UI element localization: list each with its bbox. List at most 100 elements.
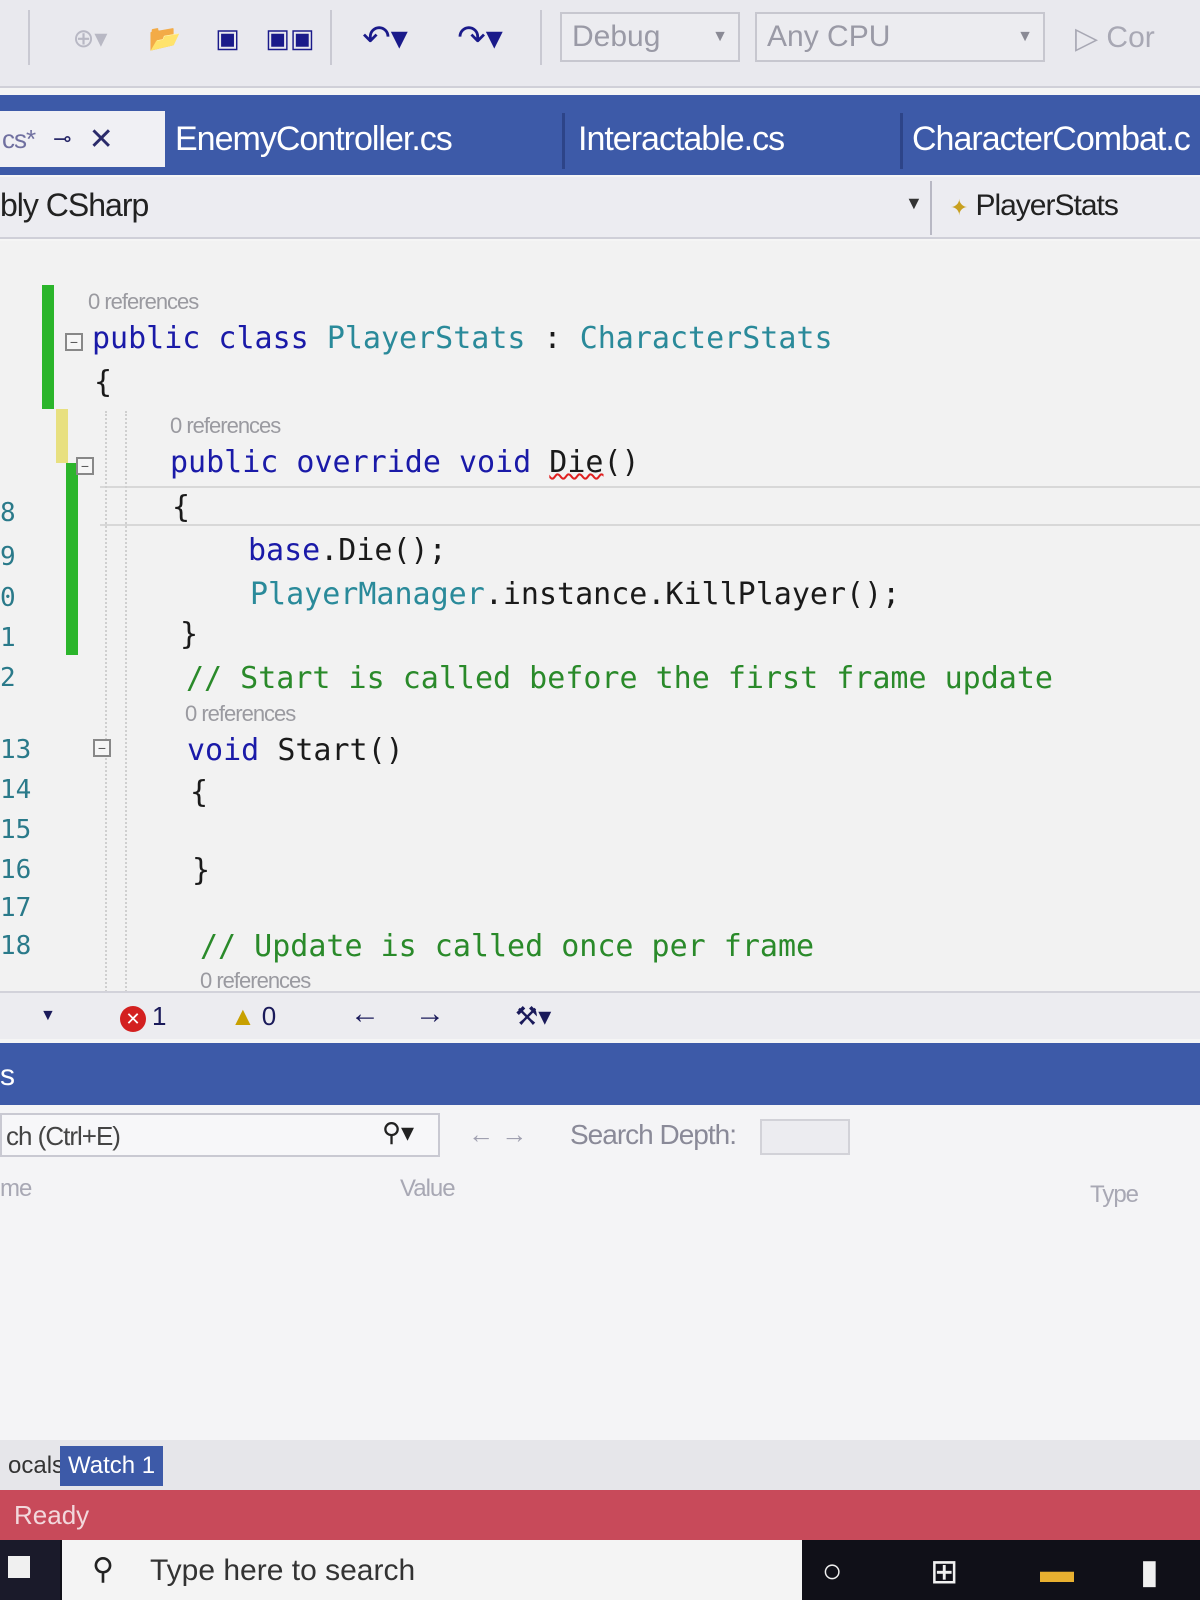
watch-panel: ch (Ctrl+E) ⚲▾ ← → Search Depth: me Valu…: [0, 1105, 1200, 1440]
tab-label: CharacterCombat.c: [912, 119, 1191, 158]
search-depth-label: Search Depth:: [570, 1119, 737, 1150]
chevron-down-icon: ▼: [1017, 28, 1033, 45]
code-keyword: public override void: [170, 445, 532, 480]
taskbar-app-icon[interactable]: ▮: [1140, 1552, 1159, 1592]
search-nav-arrows[interactable]: ← →: [468, 1119, 527, 1150]
watch-search-input[interactable]: ch (Ctrl+E): [0, 1113, 440, 1157]
debug-window-tabs: ocals Watch 1: [0, 1440, 1200, 1490]
code-line-kill-player: PlayerManager.instance.KillPlayer();: [250, 577, 900, 612]
search-icon: ⚲: [92, 1553, 114, 1586]
tab-label: Interactable.cs: [578, 119, 785, 158]
search-icon[interactable]: ⚲▾: [382, 1117, 414, 1148]
solution-config-select[interactable]: Debug ▼: [560, 12, 740, 62]
indent-guide: [105, 411, 107, 1011]
pin-icon[interactable]: ⊸: [53, 126, 71, 152]
tab-interactable[interactable]: Interactable.cs: [578, 111, 898, 167]
task-view-icon[interactable]: ⊞: [930, 1552, 959, 1592]
save-icon[interactable]: ▣: [205, 18, 250, 58]
next-issue-icon[interactable]: →: [415, 997, 445, 1031]
collapse-icon[interactable]: −: [76, 457, 94, 475]
warning-icon: ▲: [230, 1001, 256, 1031]
code-editor[interactable]: − − − 8 9 0 1 2 13 14 15 16 17 18 0 refe…: [0, 241, 1200, 1011]
line-number: 15: [0, 815, 32, 845]
chevron-down-icon: ▼: [712, 28, 728, 45]
column-header-name[interactable]: me: [0, 1175, 32, 1203]
indent-guide: [125, 411, 127, 1011]
code-line-base-die: base.Die();: [248, 533, 447, 568]
open-file-icon[interactable]: 📂: [140, 18, 190, 58]
column-header-type[interactable]: Type: [1090, 1181, 1139, 1209]
code-punct: (): [603, 445, 640, 480]
class-icon: ✦: [950, 195, 968, 220]
change-marker: [56, 409, 68, 463]
code-comment: // Start is called before the first fram…: [186, 661, 1053, 696]
error-icon: ✕: [120, 1006, 146, 1032]
cleanup-icon[interactable]: ⚒▾: [515, 1001, 551, 1032]
collapse-icon[interactable]: −: [93, 739, 111, 757]
solution-config-value: Debug: [572, 20, 661, 53]
code-line-brace: {: [190, 775, 209, 810]
redo-icon[interactable]: ↷▾: [440, 18, 520, 58]
platform-select[interactable]: Any CPU ▼: [755, 12, 1045, 62]
panel-title: s: [0, 1059, 15, 1092]
tab-watch-1[interactable]: Watch 1: [60, 1446, 164, 1486]
undo-icon[interactable]: ↶▾: [345, 18, 425, 58]
line-number: 9: [0, 542, 16, 572]
line-number: 17: [0, 893, 32, 923]
line-number: 18: [0, 931, 32, 961]
zoom-dropdown-icon[interactable]: ▼: [40, 1007, 56, 1025]
change-marker: [42, 285, 54, 409]
code-keyword: public class: [92, 321, 309, 356]
editor-status-strip: ▼ ✕ 1 ▲ 0 ← → ⚒▾: [0, 991, 1200, 1039]
tab-enemycontroller[interactable]: EnemyController.cs: [175, 111, 555, 167]
code-punct: .instance.KillPlayer();: [484, 577, 901, 612]
taskbar-search-box[interactable]: ⚲ Type here to search: [62, 1540, 802, 1600]
code-punct: .Die();: [320, 533, 447, 568]
collapse-icon[interactable]: −: [65, 333, 83, 351]
navbar-divider: [930, 181, 932, 235]
tab-playerstats[interactable]: cs* ⊸ ✕: [0, 111, 165, 167]
windows-taskbar: ⚲ Type here to search ○ ⊞ ▬ ▮: [0, 1540, 1200, 1600]
line-number: 16: [0, 855, 32, 885]
navigation-bar: bly CSharp ▼ ✦ PlayerStats: [0, 177, 1200, 239]
error-count[interactable]: ✕ 1: [120, 1001, 166, 1032]
error-count-value: 1: [152, 1001, 167, 1031]
line-number: 13: [0, 735, 32, 765]
member-dropdown[interactable]: ✦ PlayerStats: [950, 189, 1119, 223]
new-project-icon[interactable]: ⊕▾: [60, 18, 120, 58]
taskbar-search-placeholder: Type here to search: [150, 1554, 416, 1587]
line-number: 1: [0, 623, 16, 653]
ide-status-bar: Ready: [0, 1490, 1200, 1540]
column-header-value[interactable]: Value: [400, 1175, 456, 1203]
save-all-icon[interactable]: ▣▣: [265, 18, 315, 58]
code-line-start-declaration: void Start(): [187, 733, 404, 768]
codelens-references[interactable]: 0 references: [185, 701, 296, 727]
code-punct: :: [525, 321, 580, 356]
tab-charactercombat[interactable]: CharacterCombat.c: [912, 111, 1200, 167]
code-line-brace: {: [94, 365, 113, 400]
current-line-highlight: [100, 486, 1200, 526]
previous-issue-icon[interactable]: ←: [350, 997, 380, 1031]
file-explorer-icon[interactable]: ▬: [1040, 1552, 1074, 1591]
search-depth-select[interactable]: [760, 1119, 850, 1155]
change-marker: [66, 463, 78, 655]
toolbar-separator: [540, 10, 542, 65]
code-type: PlayerManager: [250, 577, 485, 612]
project-dropdown[interactable]: bly CSharp: [0, 187, 149, 224]
codelens-references[interactable]: 0 references: [88, 289, 199, 315]
start-button[interactable]: [0, 1540, 60, 1600]
chevron-down-icon[interactable]: ▼: [905, 193, 923, 214]
close-icon[interactable]: ✕: [89, 122, 114, 157]
code-line-brace: }: [192, 853, 211, 888]
line-number: 14: [0, 775, 32, 805]
windows-logo-icon: [8, 1556, 30, 1578]
cortana-icon[interactable]: ○: [822, 1552, 843, 1591]
code-line-class-declaration: public class PlayerStats : CharacterStat…: [92, 321, 833, 356]
code-comment: // Update is called once per frame: [200, 929, 815, 964]
warning-count[interactable]: ▲ 0: [230, 1001, 276, 1032]
continue-button[interactable]: ▷ Cor: [1075, 18, 1200, 58]
tab-separator: [562, 113, 565, 169]
codelens-references[interactable]: 0 references: [170, 413, 281, 439]
document-tab-bar: cs* ⊸ ✕ EnemyController.cs Interactable.…: [0, 95, 1200, 175]
code-method-name: Die: [549, 445, 604, 480]
